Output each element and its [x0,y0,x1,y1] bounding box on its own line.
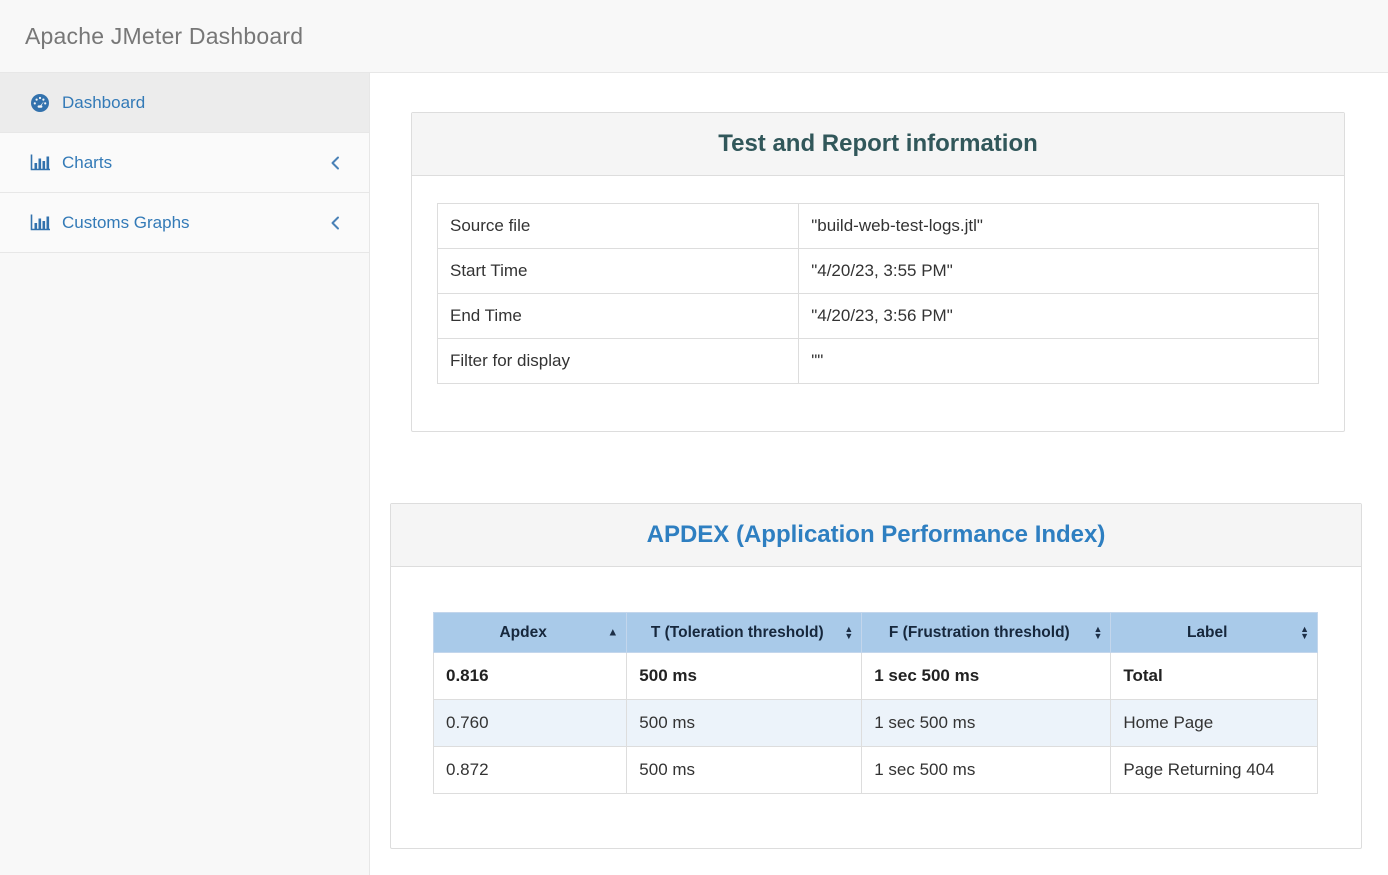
info-value: "4/20/23, 3:56 PM" [799,294,1319,339]
bar-chart-icon [29,153,51,173]
sort-both-icon: ▲▼ [1300,626,1309,640]
info-value: "build-web-test-logs.jtl" [799,204,1319,249]
apdex-panel: APDEX (Application Performance Index) Ap… [390,503,1362,849]
info-value: "" [799,339,1319,384]
sidebar: Dashboard Charts [0,73,370,875]
column-header-apdex[interactable]: Apdex ▲ [434,613,627,653]
sidebar-item-label: Dashboard [62,93,341,113]
table-row: Source file "build-web-test-logs.jtl" [438,204,1319,249]
sidebar-item-label: Charts [62,153,329,173]
toleration-value: 500 ms [627,747,862,794]
column-header-label[interactable]: Label ▲▼ [1111,613,1318,653]
info-label: Source file [438,204,799,249]
panel-heading: Test and Report information [412,113,1344,176]
main-content: Test and Report information Source file … [370,73,1388,875]
test-report-info-table: Source file "build-web-test-logs.jtl" St… [437,203,1319,384]
column-header-frustration[interactable]: F (Frustration threshold) ▲▼ [862,613,1111,653]
column-label: Label [1187,624,1227,641]
toleration-value: 500 ms [627,700,862,747]
apdex-value: 0.872 [434,747,627,794]
column-label: Apdex [499,624,546,641]
apdex-value: 0.760 [434,700,627,747]
label-value: Home Page [1111,700,1318,747]
test-report-info-panel: Test and Report information Source file … [411,112,1345,432]
panel-body: Apdex ▲ T (Toleration threshold) ▲▼ F (F… [391,567,1361,848]
chevron-left-icon [329,215,341,231]
info-label: End Time [438,294,799,339]
info-label: Start Time [438,249,799,294]
top-navbar: Apache JMeter Dashboard [0,0,1388,73]
info-label: Filter for display [438,339,799,384]
table-row: End Time "4/20/23, 3:56 PM" [438,294,1319,339]
panel-title: APDEX (Application Performance Index) [401,521,1351,549]
app-title: Apache JMeter Dashboard [25,23,303,50]
table-row: 0.872 500 ms 1 sec 500 ms Page Returning… [434,747,1318,794]
apdex-value: 0.816 [434,653,627,700]
apdex-table: Apdex ▲ T (Toleration threshold) ▲▼ F (F… [433,612,1318,794]
tachometer-icon [29,93,51,113]
sidebar-item-charts[interactable]: Charts [0,133,369,193]
sidebar-item-customs-graphs[interactable]: Customs Graphs [0,193,369,253]
sidebar-item-label: Customs Graphs [62,213,329,233]
sort-both-icon: ▲▼ [844,626,853,640]
sidebar-item-dashboard[interactable]: Dashboard [0,73,369,133]
sort-both-icon: ▲▼ [1093,626,1102,640]
table-header-row: Apdex ▲ T (Toleration threshold) ▲▼ F (F… [434,613,1318,653]
sort-ascending-icon: ▲ [607,627,618,638]
page-layout: Dashboard Charts [0,73,1388,875]
column-header-toleration[interactable]: T (Toleration threshold) ▲▼ [627,613,862,653]
info-value: "4/20/23, 3:55 PM" [799,249,1319,294]
bar-chart-icon [29,213,51,233]
label-value: Total [1111,653,1318,700]
panel-heading: APDEX (Application Performance Index) [391,504,1361,567]
column-label: F (Frustration threshold) [889,624,1070,641]
table-row: Start Time "4/20/23, 3:55 PM" [438,249,1319,294]
table-row-total: 0.816 500 ms 1 sec 500 ms Total [434,653,1318,700]
label-value: Page Returning 404 [1111,747,1318,794]
panel-title: Test and Report information [422,130,1334,158]
frustration-value: 1 sec 500 ms [862,700,1111,747]
table-row: Filter for display "" [438,339,1319,384]
table-row: 0.760 500 ms 1 sec 500 ms Home Page [434,700,1318,747]
chevron-left-icon [329,155,341,171]
frustration-value: 1 sec 500 ms [862,747,1111,794]
toleration-value: 500 ms [627,653,862,700]
frustration-value: 1 sec 500 ms [862,653,1111,700]
column-label: T (Toleration threshold) [651,624,824,641]
panel-body: Source file "build-web-test-logs.jtl" St… [412,176,1344,431]
